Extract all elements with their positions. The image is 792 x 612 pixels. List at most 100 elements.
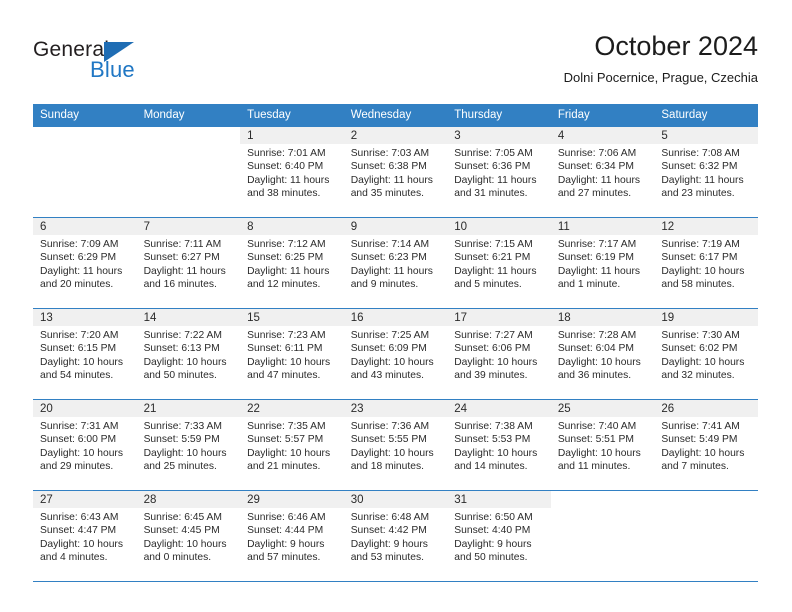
day-number: 13: [33, 309, 137, 326]
calendar-day-cell[interactable]: 15 Sunrise: 7:23 AM Sunset: 6:11 PM Dayligh…: [240, 308, 344, 400]
calendar-day-cell[interactable]: 22 Sunrise: 7:35 AM Sunset: 5:57 PM Dayligh…: [240, 399, 344, 491]
sunrise-text: Sunrise: 6:50 AM: [454, 512, 533, 523]
calendar-week-row: 20 Sunrise: 7:31 AM Sunset: 6:00 PM Dayligh…: [33, 399, 758, 491]
calendar-day-cell[interactable]: 1 Sunrise: 7:01 AM Sunset: 6:40 PM Daylight…: [240, 127, 344, 218]
day-number: 14: [136, 309, 241, 326]
day-details: Sunrise: 7:01 AM Sunset: 6:40 PM Daylight:…: [240, 144, 344, 201]
daylight-text: Daylight: 11 hours and 9 minutes.: [350, 265, 433, 291]
sunset-text: Sunset: 6:25 PM: [247, 252, 324, 264]
day-details: Sunrise: 7:20 AM Sunset: 6:15 PM Daylight:…: [33, 326, 137, 383]
sunrise-text: Sunrise: 7:03 AM: [350, 148, 430, 159]
day-details: Sunrise: 6:43 AM Sunset: 4:47 PM Daylight:…: [33, 508, 137, 565]
day-number: 3: [447, 127, 551, 144]
day-details: Sunrise: 7:12 AM Sunset: 6:25 PM Daylight:…: [240, 235, 344, 292]
day-details: Sunrise: 7:23 AM Sunset: 6:11 PM Daylight:…: [240, 326, 344, 383]
calendar-day-cell[interactable]: 10 Sunrise: 7:15 AM Sunset: 6:21 PM Dayligh…: [447, 217, 551, 309]
day-number: 17: [447, 309, 551, 326]
calendar-week-row: 13 Sunrise: 7:20 AM Sunset: 6:15 PM Dayligh…: [33, 308, 758, 400]
sunset-text: Sunset: 5:57 PM: [247, 434, 324, 446]
day-number: 10: [447, 218, 551, 235]
day-details: Sunrise: 6:45 AM Sunset: 4:45 PM Daylight:…: [137, 508, 241, 565]
sunset-text: Sunset: 6:36 PM: [454, 161, 531, 173]
calendar-day-cell[interactable]: 7 Sunrise: 7:11 AM Sunset: 6:27 PM Daylight…: [136, 217, 241, 309]
daylight-text: Daylight: 11 hours and 16 minutes.: [143, 265, 226, 291]
calendar-day-cell[interactable]: 16 Sunrise: 7:25 AM Sunset: 6:09 PM Dayligh…: [343, 308, 448, 400]
weekday-header-thursday: Thursday: [447, 104, 551, 127]
day-details: Sunrise: 6:48 AM Sunset: 4:42 PM Daylight:…: [344, 508, 448, 565]
sunrise-text: Sunrise: 7:23 AM: [247, 330, 326, 341]
daylight-text: Daylight: 10 hours and 39 minutes.: [454, 356, 538, 382]
sunset-text: Sunset: 4:47 PM: [40, 525, 117, 537]
calendar-page: General Blue October 2024 Dolni Pocernic…: [0, 0, 792, 612]
daylight-text: Daylight: 9 hours and 53 minutes.: [350, 538, 428, 564]
day-details: Sunrise: 6:50 AM Sunset: 4:40 PM Daylight:…: [447, 508, 551, 565]
day-number: 24: [447, 400, 551, 417]
sunrise-text: Sunrise: 7:08 AM: [661, 148, 740, 159]
sunrise-text: Sunrise: 7:40 AM: [557, 421, 637, 432]
calendar-day-cell[interactable]: 21 Sunrise: 7:33 AM Sunset: 5:59 PM Dayligh…: [136, 399, 241, 491]
day-details: Sunrise: 7:35 AM Sunset: 5:57 PM Daylight:…: [240, 417, 344, 474]
sunrise-text: Sunrise: 7:31 AM: [40, 421, 119, 432]
calendar-day-cell[interactable]: 17 Sunrise: 7:27 AM Sunset: 6:06 PM Dayligh…: [447, 308, 551, 400]
sunset-text: Sunset: 6:00 PM: [40, 434, 117, 446]
sunrise-text: Sunrise: 6:46 AM: [247, 512, 326, 523]
day-number: 11: [550, 218, 655, 235]
calendar-day-cell[interactable]: 4 Sunrise: 7:06 AM Sunset: 6:34 PM Daylight…: [550, 127, 655, 218]
daylight-text: Daylight: 11 hours and 31 minutes.: [454, 174, 537, 200]
calendar-day-cell[interactable]: 11 Sunrise: 7:17 AM Sunset: 6:19 PM Dayligh…: [550, 217, 655, 309]
calendar-day-cell[interactable]: 31 Sunrise: 6:50 AM Sunset: 4:40 PM Dayligh…: [447, 490, 551, 582]
sunrise-text: Sunrise: 7:28 AM: [557, 330, 637, 341]
calendar-day-cell[interactable]: 23 Sunrise: 7:36 AM Sunset: 5:55 PM Dayligh…: [343, 399, 448, 491]
calendar-day-cell[interactable]: 3 Sunrise: 7:05 AM Sunset: 6:36 PM Daylight…: [447, 127, 551, 218]
calendar-day-cell[interactable]: 13 Sunrise: 7:20 AM Sunset: 6:15 PM Dayligh…: [33, 308, 137, 400]
sunrise-text: Sunrise: 7:22 AM: [143, 330, 222, 341]
calendar-day-cell[interactable]: 2 Sunrise: 7:03 AM Sunset: 6:38 PM Daylight…: [343, 127, 448, 218]
sunrise-text: Sunrise: 6:45 AM: [143, 512, 222, 523]
day-details: Sunrise: 7:17 AM Sunset: 6:19 PM Daylight:…: [551, 235, 655, 292]
sunrise-text: Sunrise: 7:12 AM: [247, 239, 326, 250]
sunset-text: Sunset: 6:32 PM: [661, 161, 738, 173]
day-details: Sunrise: 7:31 AM Sunset: 6:00 PM Daylight:…: [33, 417, 137, 474]
day-number: 19: [654, 309, 758, 326]
daylight-text: Daylight: 10 hours and 43 minutes.: [350, 356, 434, 382]
calendar-day-cell[interactable]: 30 Sunrise: 6:48 AM Sunset: 4:42 PM Dayligh…: [343, 490, 448, 582]
calendar-day-cell[interactable]: 24 Sunrise: 7:38 AM Sunset: 5:53 PM Dayligh…: [447, 399, 551, 491]
day-number: 26: [654, 400, 758, 417]
sunrise-text: Sunrise: 7:36 AM: [350, 421, 430, 432]
sunset-text: Sunset: 4:44 PM: [247, 525, 324, 537]
sunset-text: Sunset: 6:15 PM: [40, 343, 117, 355]
sunrise-text: Sunrise: 7:09 AM: [40, 239, 119, 250]
day-details: Sunrise: 7:06 AM Sunset: 6:34 PM Daylight:…: [551, 144, 655, 201]
calendar-day-cell[interactable]: 28 Sunrise: 6:45 AM Sunset: 4:45 PM Dayligh…: [136, 490, 241, 582]
daylight-text: Daylight: 10 hours and 4 minutes.: [40, 538, 123, 564]
sunrise-text: Sunrise: 7:27 AM: [454, 330, 533, 341]
day-number: 23: [343, 400, 448, 417]
calendar-day-cell[interactable]: 18 Sunrise: 7:28 AM Sunset: 6:04 PM Dayligh…: [550, 308, 655, 400]
day-number: 12: [654, 218, 758, 235]
calendar-day-cell[interactable]: 6 Sunrise: 7:09 AM Sunset: 6:29 PM Daylight…: [33, 217, 137, 309]
calendar-day-cell[interactable]: 29 Sunrise: 6:46 AM Sunset: 4:44 PM Dayligh…: [240, 490, 344, 582]
calendar-day-cell[interactable]: 14 Sunrise: 7:22 AM Sunset: 6:13 PM Dayligh…: [136, 308, 241, 400]
calendar-cell-empty: [550, 490, 655, 582]
daylight-text: Daylight: 11 hours and 23 minutes.: [661, 174, 744, 200]
calendar-day-cell[interactable]: 25 Sunrise: 7:40 AM Sunset: 5:51 PM Dayligh…: [550, 399, 655, 491]
calendar-day-cell[interactable]: 26 Sunrise: 7:41 AM Sunset: 5:49 PM Dayligh…: [654, 399, 758, 491]
calendar-day-cell[interactable]: 9 Sunrise: 7:14 AM Sunset: 6:23 PM Daylight…: [343, 217, 448, 309]
sunrise-sunset-calendar: Sunday Monday Tuesday Wednesday Thursday…: [33, 104, 758, 582]
calendar-day-cell[interactable]: 27 Sunrise: 6:43 AM Sunset: 4:47 PM Dayligh…: [33, 490, 137, 582]
calendar-day-cell[interactable]: 20 Sunrise: 7:31 AM Sunset: 6:00 PM Dayligh…: [33, 399, 137, 491]
day-number: 30: [343, 491, 448, 508]
sunset-text: Sunset: 6:29 PM: [40, 252, 117, 264]
calendar-day-cell[interactable]: 8 Sunrise: 7:12 AM Sunset: 6:25 PM Daylight…: [240, 217, 344, 309]
sunrise-text: Sunrise: 7:38 AM: [454, 421, 533, 432]
day-number: 28: [136, 491, 241, 508]
page-title: October 2024: [594, 31, 758, 61]
calendar-day-cell[interactable]: 12 Sunrise: 7:19 AM Sunset: 6:17 PM Dayligh…: [654, 217, 758, 309]
day-number: 9: [343, 218, 448, 235]
sunset-text: Sunset: 6:11 PM: [247, 343, 323, 355]
calendar-day-cell[interactable]: 19 Sunrise: 7:30 AM Sunset: 6:02 PM Dayligh…: [654, 308, 758, 400]
calendar-day-cell[interactable]: 5 Sunrise: 7:08 AM Sunset: 6:32 PM Daylight…: [654, 127, 758, 218]
calendar-cell-empty: [33, 127, 137, 218]
sunset-text: Sunset: 6:34 PM: [557, 161, 634, 173]
weekday-header-tuesday: Tuesday: [240, 104, 344, 127]
